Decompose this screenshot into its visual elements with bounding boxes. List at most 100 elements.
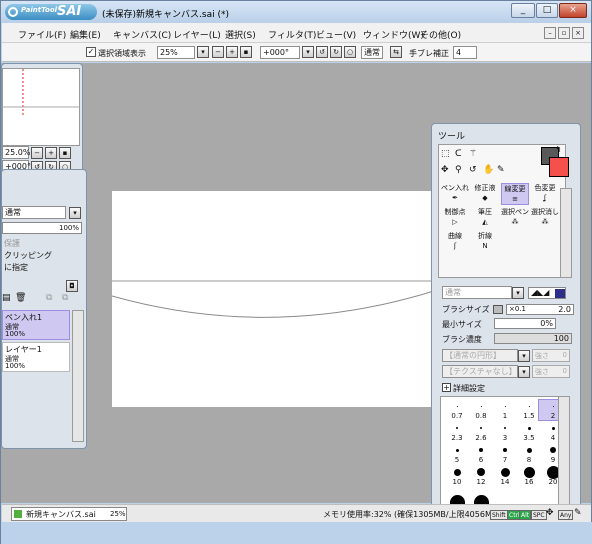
size-preset-dot[interactable] <box>500 467 510 477</box>
mdi-close-icon[interactable]: × <box>572 27 584 39</box>
layer-blend-dropdown-icon[interactable]: ▾ <box>69 207 81 219</box>
size-preset-scrollbar[interactable] <box>558 396 570 506</box>
menu-other[interactable]: その他(O) <box>420 28 461 41</box>
layer-delete-icon[interactable]: 🗑 <box>15 293 26 303</box>
tool-control-point[interactable]: 制御点 ▷ <box>441 207 469 229</box>
canvas-paper[interactable] <box>111 191 435 407</box>
size-preset-dot[interactable] <box>480 405 482 407</box>
min-size-field[interactable]: 0% <box>494 318 556 329</box>
nav-zoom-out-icon[interactable]: − <box>31 147 43 159</box>
detail-expand-icon[interactable]: + <box>442 383 451 392</box>
nav-zoom-in-icon[interactable]: + <box>45 147 57 159</box>
tool-polyline[interactable]: 折線 N <box>471 231 499 253</box>
size-preset-dot[interactable] <box>523 466 535 478</box>
brush-size-field[interactable]: ×0.1 2.0 <box>506 304 574 315</box>
detail-settings-label[interactable]: 詳細設定 <box>453 383 485 394</box>
tool-pressure[interactable]: 筆圧 ◭ <box>471 207 499 229</box>
rotation-select[interactable]: +000° <box>260 46 300 59</box>
clipping-label[interactable]: クリッピング <box>4 250 52 261</box>
size-preset-dot[interactable] <box>526 447 532 453</box>
zoom-reset-icon[interactable]: ▪ <box>240 46 252 58</box>
brush-tip-shapes[interactable]: ◢◣◢ <box>528 287 566 299</box>
rotate-icon[interactable]: ↺ <box>469 165 477 175</box>
minimize-button[interactable]: _ <box>511 3 535 18</box>
size-preset-dot[interactable] <box>504 427 506 429</box>
size-preset-dot[interactable] <box>528 405 530 407</box>
texture-dropdown-icon[interactable]: ▾ <box>518 366 530 378</box>
maximize-button[interactable]: □ <box>536 3 558 18</box>
menu-file[interactable]: ファイル(F) <box>18 28 66 41</box>
tool-pen[interactable]: ペン入れ ✒ <box>441 183 469 205</box>
secondary-color-swatch[interactable] <box>549 157 569 177</box>
layer-blend-select[interactable]: 通常 <box>2 206 66 219</box>
size-preset-dot[interactable] <box>552 405 554 407</box>
menu-window[interactable]: ウィンドウ(W) <box>363 28 424 41</box>
mdi-minimize-icon[interactable]: – <box>544 27 556 39</box>
move-icon[interactable]: ✥ <box>441 165 449 175</box>
menu-edit[interactable]: 編集(E) <box>70 28 101 41</box>
hand-icon[interactable]: ✋ <box>483 165 494 175</box>
menu-view[interactable]: ビュー(V) <box>316 28 356 41</box>
layer-row-pen[interactable]: ペン入れ1 通常 100% <box>2 310 70 340</box>
flip-icon[interactable]: ⇆ <box>390 46 402 58</box>
texture-select[interactable]: 【テクスチャなし】 <box>442 365 518 378</box>
zoom-out-icon[interactable]: − <box>212 46 224 58</box>
selection-display-checkbox[interactable]: ✓ <box>86 47 96 57</box>
zoom-dropdown-icon[interactable]: ▾ <box>197 46 209 58</box>
eyedropper-icon[interactable]: ✎ <box>497 165 505 175</box>
rect-select-icon[interactable]: ⬚ <box>441 149 450 159</box>
zoom-icon[interactable]: ⚲ <box>455 165 462 175</box>
layer-mask-icon[interactable]: ◘ <box>66 280 78 292</box>
layer-scrollbar[interactable] <box>72 310 84 442</box>
selection-source-label[interactable]: に指定 <box>4 262 28 273</box>
menu-layer[interactable]: レイヤー(L) <box>173 28 221 41</box>
density-field[interactable]: 100 <box>494 333 572 344</box>
menu-select[interactable]: 選択(S) <box>225 28 256 41</box>
rotate-right-icon[interactable]: ↻ <box>330 46 342 58</box>
tool-select-erase[interactable]: 選択消し ⁂ <box>531 207 559 229</box>
size-preset-dot[interactable] <box>504 405 506 407</box>
size-preset-dot[interactable] <box>477 468 485 476</box>
magic-wand-icon[interactable]: ⚚ <box>469 149 477 159</box>
texture-strength[interactable]: 強さ 0 <box>532 365 570 378</box>
menu-filter[interactable]: フィルタ(T) <box>268 28 316 41</box>
zoom-in-icon[interactable]: + <box>226 46 238 58</box>
size-preset-dot[interactable] <box>551 426 555 430</box>
rotation-dropdown-icon[interactable]: ▾ <box>302 46 314 58</box>
shape-select[interactable]: 【通常の円形】 <box>442 349 518 362</box>
rotate-left-icon[interactable]: ↺ <box>316 46 328 58</box>
shape-dropdown-icon[interactable]: ▾ <box>518 350 530 362</box>
navigator-preview[interactable] <box>2 68 80 146</box>
swap-colors-icon[interactable]: ↰ <box>555 145 562 154</box>
brush-size-toggle[interactable] <box>493 305 503 314</box>
brush-mode-select[interactable]: 通常 <box>442 286 512 299</box>
tool-line-change[interactable]: 線変更 ≡ <box>501 183 529 205</box>
blend-mode-select[interactable]: 通常 <box>361 46 383 59</box>
mdi-restore-icon[interactable]: ▫ <box>558 27 570 39</box>
size-preset-dot[interactable] <box>456 405 458 407</box>
layer-copy-icon[interactable]: ⧉ <box>62 293 68 303</box>
close-button[interactable]: × <box>559 3 587 18</box>
layer-merge-icon[interactable]: ⧉ <box>46 293 52 303</box>
brush-mode-dropdown-icon[interactable]: ▾ <box>512 287 524 299</box>
lasso-icon[interactable]: ᑕ <box>455 149 462 159</box>
layer-row-1[interactable]: レイヤー1 通常 100% <box>2 342 70 372</box>
shape-strength[interactable]: 強さ 0 <box>532 349 570 362</box>
size-preset-dot[interactable] <box>479 448 483 452</box>
tool-grid-scrollbar[interactable] <box>560 188 572 278</box>
size-preset-dot[interactable] <box>480 427 482 429</box>
navigator-zoom-field[interactable]: 25.0% <box>2 146 30 159</box>
size-preset-dot[interactable] <box>550 447 556 453</box>
file-tab[interactable]: 新規キャンバス.sai 25% <box>11 507 127 521</box>
tool-select-pen[interactable]: 選択ペン ⁂ <box>501 207 529 229</box>
size-preset-dot[interactable] <box>456 427 458 429</box>
nav-zoom-reset-icon[interactable]: ▪ <box>59 147 71 159</box>
layer-clear-icon[interactable]: ▤ <box>2 293 11 303</box>
size-preset-dot[interactable] <box>455 448 459 452</box>
tool-color-change[interactable]: 色変更 ʆ <box>531 183 559 205</box>
tool-curve[interactable]: 曲線 ʃ <box>441 231 469 253</box>
size-preset-dot[interactable] <box>503 448 507 452</box>
layer-opacity-bar[interactable]: 100% <box>2 222 82 234</box>
tool-correction[interactable]: 修正液 ◆ <box>471 183 499 205</box>
menu-canvas[interactable]: キャンバス(C) <box>113 28 171 41</box>
